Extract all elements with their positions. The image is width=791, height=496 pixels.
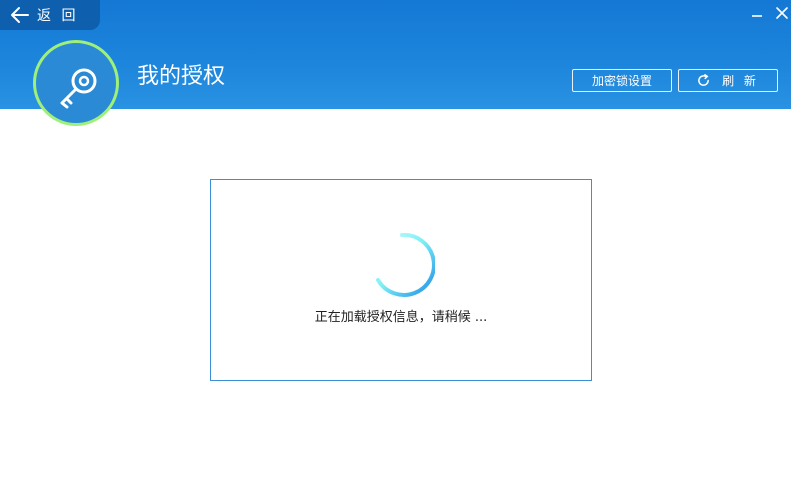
close-icon[interactable]	[773, 4, 791, 22]
arrow-left-icon	[11, 7, 29, 23]
back-button-label: 返 回	[37, 8, 79, 24]
lock-settings-button[interactable]: 加密锁设置	[572, 69, 672, 92]
page-title: 我的授权	[137, 64, 226, 89]
minimize-icon[interactable]	[748, 4, 766, 22]
refresh-icon	[698, 74, 709, 86]
back-button[interactable]: 返 回	[0, 0, 100, 30]
lock-settings-label: 加密锁设置	[591, 74, 652, 88]
key-icon	[60, 68, 97, 109]
loading-message: 正在加载授权信息，请稍候 ...	[314, 310, 488, 325]
loading-panel: 正在加载授权信息，请稍候 ...	[210, 179, 592, 381]
loading-spinner-icon	[376, 232, 435, 297]
avatar	[33, 40, 119, 126]
app-window: 返 回 我的授权 加密锁设置 刷 新 正在加载授权信息，请稍候 ...	[0, 0, 791, 496]
refresh-label: 刷 新	[722, 74, 759, 88]
refresh-button[interactable]: 刷 新	[678, 69, 778, 92]
header-bar: 返 回 我的授权 加密锁设置 刷 新	[0, 0, 791, 126]
